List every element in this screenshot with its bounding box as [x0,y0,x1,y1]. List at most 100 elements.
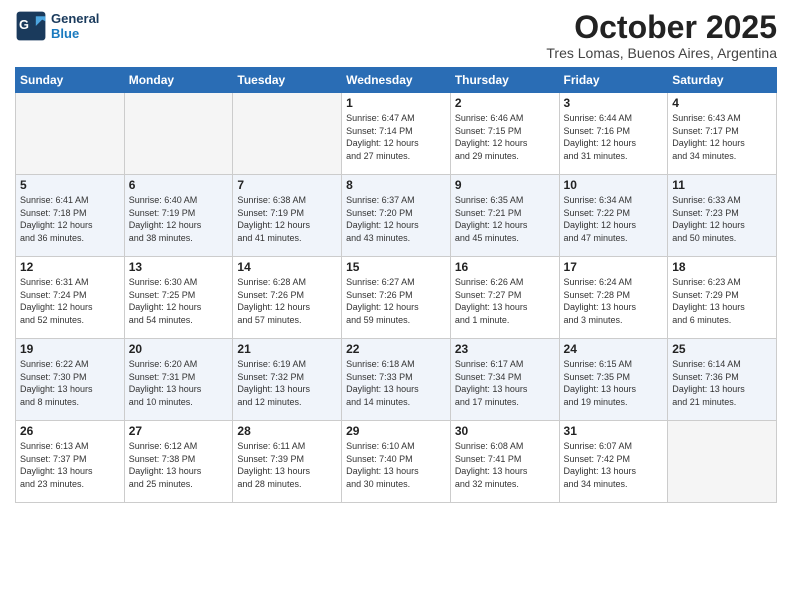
day-number: 12 [20,260,120,274]
calendar-week-row: 19Sunrise: 6:22 AMSunset: 7:30 PMDayligh… [16,339,777,421]
col-wednesday: Wednesday [342,68,451,93]
calendar-cell: 26Sunrise: 6:13 AMSunset: 7:37 PMDayligh… [16,421,125,503]
day-number: 24 [564,342,664,356]
calendar-week-row: 5 Sunrise: 6:41 AMSunset: 7:18 PMDaylight… [16,175,777,257]
calendar-cell [668,421,777,503]
day-info: Sunrise: 6:41 AMSunset: 7:18 PMDaylight:… [20,194,120,244]
title-block: October 2025 Tres Lomas, Buenos Aires, A… [546,10,777,61]
svg-text:G: G [19,17,29,32]
day-info: Sunrise: 6:35 AMSunset: 7:21 PMDaylight:… [455,194,555,244]
calendar-cell: 28Sunrise: 6:11 AMSunset: 7:39 PMDayligh… [233,421,342,503]
calendar-cell: 21 Sunrise: 6:19 AMSunset: 7:32 PMDayligh… [233,339,342,421]
col-thursday: Thursday [450,68,559,93]
day-number: 25 [672,342,772,356]
day-info: Sunrise: 6:14 AMSunset: 7:36 PMDaylight:… [672,358,772,408]
calendar-page: G General Blue October 2025 Tres Lomas, … [0,0,792,612]
month-title: October 2025 [546,10,777,45]
calendar-cell: 12 Sunrise: 6:31 AMSunset: 7:24 PMDayligh… [16,257,125,339]
calendar-cell: 2 Sunrise: 6:46 AMSunset: 7:15 PMDaylight… [450,93,559,175]
day-number: 7 [237,178,337,192]
day-number: 8 [346,178,446,192]
day-number: 5 [20,178,120,192]
calendar-cell: 20 Sunrise: 6:20 AMSunset: 7:31 PMDayligh… [124,339,233,421]
calendar-week-row: 1 Sunrise: 6:47 AMSunset: 7:14 PMDaylight… [16,93,777,175]
day-info: Sunrise: 6:28 AMSunset: 7:26 PMDaylight:… [237,276,337,326]
day-number: 6 [129,178,229,192]
day-info: Sunrise: 6:30 AMSunset: 7:25 PMDaylight:… [129,276,229,326]
day-number: 11 [672,178,772,192]
day-info: Sunrise: 6:22 AMSunset: 7:30 PMDaylight:… [20,358,120,408]
day-info: Sunrise: 6:11 AMSunset: 7:39 PMDaylight:… [237,440,337,490]
day-info: Sunrise: 6:43 AMSunset: 7:17 PMDaylight:… [672,112,772,162]
day-info: Sunrise: 6:33 AMSunset: 7:23 PMDaylight:… [672,194,772,244]
day-info: Sunrise: 6:23 AMSunset: 7:29 PMDaylight:… [672,276,772,326]
day-info: Sunrise: 6:34 AMSunset: 7:22 PMDaylight:… [564,194,664,244]
day-info: Sunrise: 6:47 AMSunset: 7:14 PMDaylight:… [346,112,446,162]
calendar-cell: 13 Sunrise: 6:30 AMSunset: 7:25 PMDayligh… [124,257,233,339]
col-sunday: Sunday [16,68,125,93]
day-number: 14 [237,260,337,274]
calendar-cell: 9 Sunrise: 6:35 AMSunset: 7:21 PMDaylight… [450,175,559,257]
logo-text: General Blue [51,11,99,41]
calendar-cell: 15 Sunrise: 6:27 AMSunset: 7:26 PMDayligh… [342,257,451,339]
calendar-week-row: 26Sunrise: 6:13 AMSunset: 7:37 PMDayligh… [16,421,777,503]
header: G General Blue October 2025 Tres Lomas, … [15,10,777,61]
day-info: Sunrise: 6:46 AMSunset: 7:15 PMDaylight:… [455,112,555,162]
col-tuesday: Tuesday [233,68,342,93]
day-info: Sunrise: 6:27 AMSunset: 7:26 PMDaylight:… [346,276,446,326]
day-number: 2 [455,96,555,110]
day-number: 13 [129,260,229,274]
calendar-week-row: 12 Sunrise: 6:31 AMSunset: 7:24 PMDayligh… [16,257,777,339]
day-number: 3 [564,96,664,110]
day-number: 30 [455,424,555,438]
day-info: Sunrise: 6:13 AMSunset: 7:37 PMDaylight:… [20,440,120,490]
day-number: 17 [564,260,664,274]
calendar-cell: 30Sunrise: 6:08 AMSunset: 7:41 PMDayligh… [450,421,559,503]
calendar-cell: 16 Sunrise: 6:26 AMSunset: 7:27 PMDayligh… [450,257,559,339]
calendar-cell [16,93,125,175]
logo: G General Blue [15,10,99,42]
day-number: 1 [346,96,446,110]
calendar-cell [233,93,342,175]
day-info: Sunrise: 6:17 AMSunset: 7:34 PMDaylight:… [455,358,555,408]
day-number: 10 [564,178,664,192]
day-info: Sunrise: 6:26 AMSunset: 7:27 PMDaylight:… [455,276,555,326]
day-info: Sunrise: 6:15 AMSunset: 7:35 PMDaylight:… [564,358,664,408]
calendar-cell: 4 Sunrise: 6:43 AMSunset: 7:17 PMDaylight… [668,93,777,175]
day-info: Sunrise: 6:19 AMSunset: 7:32 PMDaylight:… [237,358,337,408]
day-number: 23 [455,342,555,356]
day-number: 4 [672,96,772,110]
day-info: Sunrise: 6:31 AMSunset: 7:24 PMDaylight:… [20,276,120,326]
day-number: 21 [237,342,337,356]
calendar-cell: 17 Sunrise: 6:24 AMSunset: 7:28 PMDayligh… [559,257,668,339]
day-number: 15 [346,260,446,274]
calendar-cell: 29 Sunrise: 6:10 AMSunset: 7:40 PMDayligh… [342,421,451,503]
calendar-cell: 19Sunrise: 6:22 AMSunset: 7:30 PMDayligh… [16,339,125,421]
calendar-cell: 6Sunrise: 6:40 AMSunset: 7:19 PMDaylight… [124,175,233,257]
day-number: 27 [129,424,229,438]
calendar-cell: 18 Sunrise: 6:23 AMSunset: 7:29 PMDayligh… [668,257,777,339]
col-friday: Friday [559,68,668,93]
day-number: 16 [455,260,555,274]
day-number: 31 [564,424,664,438]
day-info: Sunrise: 6:44 AMSunset: 7:16 PMDaylight:… [564,112,664,162]
day-info: Sunrise: 6:20 AMSunset: 7:31 PMDaylight:… [129,358,229,408]
day-number: 9 [455,178,555,192]
day-info: Sunrise: 6:24 AMSunset: 7:28 PMDaylight:… [564,276,664,326]
day-info: Sunrise: 6:37 AMSunset: 7:20 PMDaylight:… [346,194,446,244]
day-info: Sunrise: 6:10 AMSunset: 7:40 PMDaylight:… [346,440,446,490]
header-row: Sunday Monday Tuesday Wednesday Thursday… [16,68,777,93]
day-number: 20 [129,342,229,356]
calendar-cell: 22Sunrise: 6:18 AMSunset: 7:33 PMDayligh… [342,339,451,421]
day-number: 22 [346,342,446,356]
calendar-cell: 1 Sunrise: 6:47 AMSunset: 7:14 PMDaylight… [342,93,451,175]
calendar-cell: 3 Sunrise: 6:44 AMSunset: 7:16 PMDaylight… [559,93,668,175]
calendar-cell: 5 Sunrise: 6:41 AMSunset: 7:18 PMDaylight… [16,175,125,257]
day-number: 18 [672,260,772,274]
calendar-cell: 8 Sunrise: 6:37 AMSunset: 7:20 PMDaylight… [342,175,451,257]
calendar-cell: 10 Sunrise: 6:34 AMSunset: 7:22 PMDayligh… [559,175,668,257]
calendar-cell: 11 Sunrise: 6:33 AMSunset: 7:23 PMDayligh… [668,175,777,257]
day-number: 29 [346,424,446,438]
col-saturday: Saturday [668,68,777,93]
calendar-cell: 14 Sunrise: 6:28 AMSunset: 7:26 PMDayligh… [233,257,342,339]
